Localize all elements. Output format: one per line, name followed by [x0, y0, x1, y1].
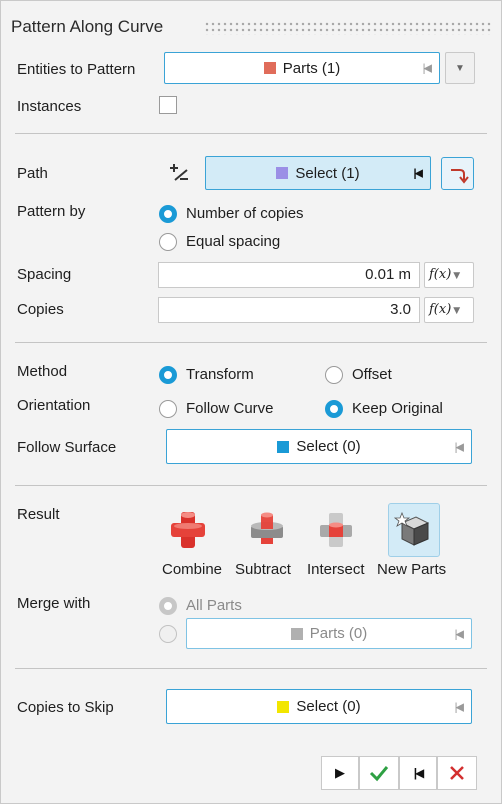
new-parts-icon [394, 511, 430, 546]
apply-button[interactable] [359, 756, 399, 790]
subtract-label: Subtract [235, 561, 291, 578]
copies-to-skip-value: Select (0) [296, 698, 361, 715]
reset-icon[interactable]: |◀ [455, 440, 464, 453]
intersect-button[interactable] [313, 505, 359, 555]
copies-to-skip-swatch [277, 700, 290, 713]
panel-title: Pattern Along Curve [11, 17, 164, 36]
merge-parts-value: Parts (0) [309, 625, 368, 642]
function-icon: f(x) [429, 267, 452, 282]
merge-with-label: Merge with [17, 595, 91, 612]
divider [15, 668, 487, 669]
subtract-button[interactable] [244, 505, 290, 555]
pattern-along-curve-panel: Pattern Along Curve Entities to Pattern … [0, 0, 502, 804]
play-button[interactable]: ▶ [321, 756, 359, 790]
intersect-label: Intersect [307, 561, 365, 578]
follow-surface-label: Follow Surface [17, 439, 117, 456]
follow-surface-value: Select (0) [296, 438, 361, 455]
entities-label: Entities to Pattern [17, 61, 136, 78]
close-icon [450, 766, 464, 780]
new-parts-label: New Parts [377, 561, 447, 578]
play-icon: ▶ [335, 765, 345, 780]
spacing-input[interactable]: 0.01 m [158, 262, 420, 288]
copies-to-skip-selector[interactable]: Select (0) |◀ [166, 689, 472, 724]
subtract-icon [251, 512, 283, 544]
copies-label: Copies [17, 301, 64, 318]
path-swatch [276, 167, 289, 179]
combine-label: Combine [162, 561, 223, 578]
new-parts-button[interactable] [388, 503, 440, 557]
path-value: Select (1) [295, 164, 360, 182]
check-icon [369, 766, 389, 782]
add-remove-icon[interactable] [165, 159, 193, 187]
pattern-by-label: Pattern by [17, 203, 86, 220]
exit-button[interactable]: |◀ [399, 756, 437, 790]
reverse-path-button[interactable] [441, 157, 474, 190]
radio-equal-spacing[interactable] [159, 233, 177, 251]
path-label: Path [17, 165, 48, 182]
reset-icon[interactable]: |◀ [413, 167, 422, 180]
instances-checkbox[interactable] [159, 96, 177, 114]
spacing-label: Spacing [17, 266, 72, 283]
merge-parts-swatch [290, 627, 303, 640]
intersect-icon [320, 513, 352, 547]
radio-keep-original[interactable] [325, 400, 343, 418]
option-equal-spacing: Equal spacing [186, 233, 281, 250]
radio-number-of-copies[interactable] [159, 205, 177, 223]
panel-drag-grip[interactable] [204, 21, 492, 35]
entities-selector[interactable]: Parts (1) |◀ [164, 52, 440, 84]
follow-surface-selector[interactable]: Select (0) |◀ [166, 429, 472, 464]
radio-follow-curve[interactable] [159, 400, 177, 418]
reset-icon: |◀ [413, 766, 425, 780]
method-label: Method [17, 363, 68, 380]
option-transform: Transform [186, 366, 254, 383]
result-label: Result [17, 506, 60, 523]
reset-icon[interactable]: |◀ [423, 62, 432, 75]
radio-offset[interactable] [325, 366, 343, 384]
orientation-label: Orientation [17, 397, 91, 414]
reverse-direction-icon [450, 168, 469, 184]
entities-dropdown-button[interactable]: ▼ [445, 52, 475, 84]
entities-value: Parts (1) [282, 59, 341, 77]
entities-swatch [263, 62, 276, 74]
instances-label: Instances [17, 98, 82, 115]
divider [15, 133, 487, 134]
function-icon: f(x) [429, 302, 452, 317]
divider [15, 342, 487, 343]
divider [15, 485, 487, 486]
radio-all-parts[interactable] [159, 597, 177, 615]
option-follow-curve: Follow Curve [186, 400, 274, 417]
reset-icon[interactable]: |◀ [455, 627, 464, 640]
option-number-of-copies: Number of copies [186, 205, 304, 222]
radio-transform[interactable] [159, 366, 177, 384]
path-selector[interactable]: Select (1) |◀ [205, 156, 431, 190]
cancel-button[interactable] [437, 756, 477, 790]
merge-parts-selector[interactable]: Parts (0) |◀ [186, 618, 472, 649]
copies-to-skip-label: Copies to Skip [17, 699, 114, 716]
spacing-fx-button[interactable]: f(x) ▼ [424, 262, 474, 288]
copies-input[interactable]: 3.0 [158, 297, 420, 323]
combine-button[interactable] [165, 505, 211, 555]
reset-icon[interactable]: |◀ [455, 700, 464, 713]
option-all-parts: All Parts [186, 597, 242, 614]
option-keep-original: Keep Original [352, 400, 443, 417]
combine-icon [171, 512, 205, 548]
copies-fx-button[interactable]: f(x) ▼ [424, 297, 474, 323]
option-offset: Offset [352, 366, 392, 383]
follow-surface-swatch [277, 440, 290, 453]
radio-merge-parts[interactable] [159, 625, 177, 643]
chevron-down-icon: ▼ [455, 62, 465, 74]
